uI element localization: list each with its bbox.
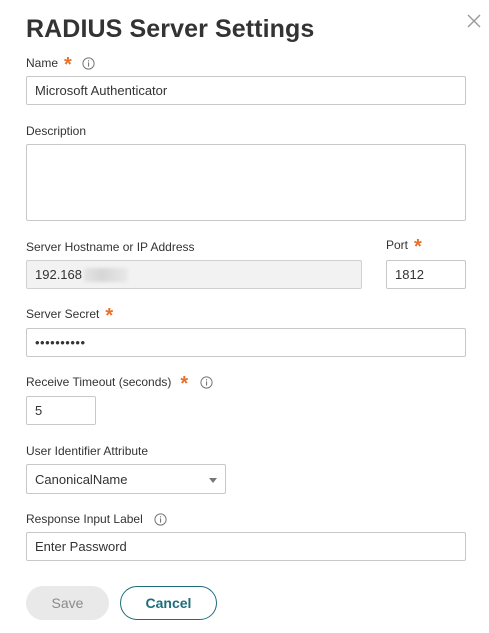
response-label-input[interactable] xyxy=(26,532,466,561)
save-button[interactable]: Save xyxy=(26,586,109,620)
hostname-label: Server Hostname or IP Address xyxy=(26,240,195,254)
required-asterisk: * xyxy=(180,373,189,395)
user-identifier-label: User Identifier Attribute xyxy=(26,444,149,458)
response-label: Response Input Label xyxy=(26,512,143,526)
info-icon[interactable] xyxy=(200,376,213,389)
user-identifier-value: CanonicalName xyxy=(35,471,128,487)
required-asterisk: * xyxy=(414,236,422,258)
port-input[interactable] xyxy=(386,260,466,289)
info-icon[interactable] xyxy=(82,57,95,70)
close-icon[interactable] xyxy=(465,12,483,30)
radius-settings-dialog: RADIUS Server Settings Name * Descriptio… xyxy=(0,0,489,633)
cancel-button[interactable]: Cancel xyxy=(120,586,217,620)
secret-label-row: Server Secret * xyxy=(26,305,114,327)
port-label-row: Port * xyxy=(386,236,422,258)
user-identifier-select[interactable]: CanonicalName xyxy=(26,464,226,494)
secret-label: Server Secret xyxy=(26,307,100,321)
timeout-input[interactable] xyxy=(26,396,96,425)
timeout-label: Receive Timeout (seconds) xyxy=(26,375,172,389)
dialog-title: RADIUS Server Settings xyxy=(26,15,315,43)
info-icon[interactable] xyxy=(154,513,167,526)
name-input[interactable] xyxy=(26,76,466,105)
caret-down-icon xyxy=(209,478,217,483)
hostname-value: 192.168 xyxy=(35,267,82,282)
timeout-label-row: Receive Timeout (seconds) * xyxy=(26,373,213,395)
secret-input[interactable] xyxy=(26,328,466,357)
port-label: Port xyxy=(386,238,409,252)
hostname-label-row: Server Hostname or IP Address xyxy=(26,240,195,254)
response-label-row: Response Input Label xyxy=(26,512,167,526)
required-asterisk: * xyxy=(105,305,114,327)
description-textarea[interactable] xyxy=(26,144,466,221)
required-asterisk: * xyxy=(64,54,72,76)
user-identifier-label-row: User Identifier Attribute xyxy=(26,444,148,458)
obscured-value xyxy=(84,267,128,282)
description-label: Description xyxy=(26,124,87,138)
name-label: Name xyxy=(26,56,59,70)
description-label-row: Description xyxy=(26,124,86,138)
name-label-row: Name * xyxy=(26,54,95,76)
hostname-input[interactable]: 192.168 xyxy=(26,260,362,289)
